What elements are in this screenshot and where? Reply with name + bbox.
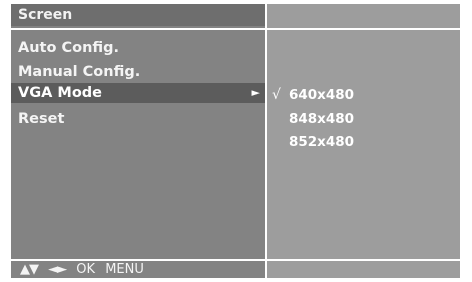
up-down-arrows-icon: ▲▼ — [20, 262, 39, 277]
option-640x480[interactable]: √ 640x480 — [267, 84, 460, 106]
menu-item-vga-mode[interactable]: VGA Mode ► — [11, 83, 265, 103]
menu-item-auto-config[interactable]: Auto Config. — [11, 38, 265, 58]
submenu-bottom-divider — [267, 259, 460, 261]
submenu-top-divider — [267, 28, 460, 30]
menu-item-label: Reset — [18, 111, 65, 127]
title-divider — [11, 28, 265, 30]
option-852x480[interactable]: 852x480 — [267, 131, 460, 153]
menu-item-label: VGA Mode — [18, 85, 102, 101]
submenu-panel: √ 640x480 848x480 852x480 — [267, 4, 460, 278]
menu-item-label: Manual Config. — [18, 64, 141, 80]
option-label: 640x480 — [289, 87, 355, 103]
main-menu-panel: Screen Auto Config. Manual Config. VGA M… — [11, 4, 265, 278]
option-848x480[interactable]: 848x480 — [267, 108, 460, 130]
check-mark-icon: √ — [272, 87, 281, 103]
left-right-arrows-icon: ◄► — [48, 262, 67, 277]
osd-menu: Screen Auto Config. Manual Config. VGA M… — [11, 4, 460, 278]
menu-item-reset[interactable]: Reset — [11, 109, 265, 129]
option-label: 848x480 — [289, 111, 355, 127]
footer-divider — [11, 259, 265, 261]
menu-title: Screen — [11, 4, 265, 26]
footer-help-bar: ▲▼ ◄► OK MENU — [11, 262, 265, 278]
ok-hint: OK — [76, 262, 96, 277]
submenu-arrow-icon: ► — [251, 86, 260, 99]
menu-item-manual-config[interactable]: Manual Config. — [11, 62, 265, 82]
option-label: 852x480 — [289, 134, 355, 150]
menu-hint: MENU — [105, 262, 144, 277]
menu-item-label: Auto Config. — [18, 40, 120, 56]
